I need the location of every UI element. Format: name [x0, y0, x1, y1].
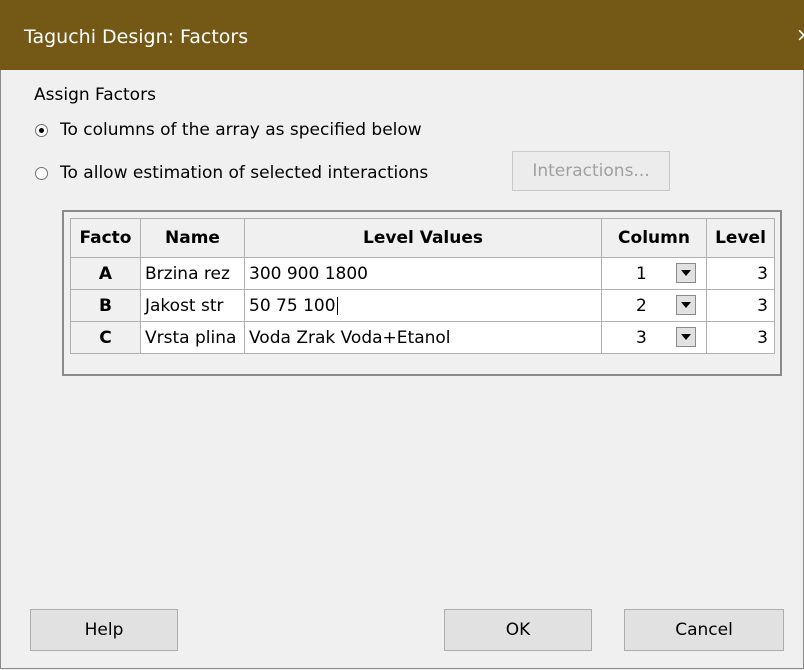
column-dropdown-button[interactable]	[676, 295, 696, 315]
header-levels: Level	[706, 218, 775, 258]
radio-columns-label[interactable]: To columns of the array as specified bel…	[60, 120, 422, 140]
radio-interactions[interactable]	[35, 167, 48, 180]
level-values-cell[interactable]: 300 900 1800	[244, 257, 602, 290]
cancel-button[interactable]: Cancel	[624, 609, 784, 651]
factors-grid: Facto Name Level Values Column Level A B…	[62, 210, 782, 376]
name-cell[interactable]: Jakost str	[140, 289, 245, 322]
radio-interactions-label[interactable]: To allow estimation of selected interact…	[60, 163, 428, 183]
column-value: 2	[636, 296, 647, 316]
factors-table: Facto Name Level Values Column Level A B…	[70, 218, 775, 354]
interactions-button[interactable]: Interactions...	[512, 151, 670, 191]
column-cell[interactable]: 1	[601, 257, 707, 290]
chevron-down-icon	[681, 302, 691, 308]
header-factor: Facto	[70, 218, 141, 258]
name-cell[interactable]: Brzina rez	[140, 257, 245, 290]
radio-columns[interactable]	[35, 124, 48, 137]
ok-button[interactable]: OK	[444, 609, 592, 651]
factor-cell: B	[70, 289, 141, 322]
level-values-cell[interactable]: Voda Zrak Voda+Etanol	[244, 321, 602, 354]
header-column: Column	[601, 218, 707, 258]
column-value: 1	[636, 264, 647, 284]
levels-cell: 3	[706, 321, 775, 354]
column-dropdown-button[interactable]	[676, 327, 696, 347]
help-button[interactable]: Help	[30, 609, 178, 651]
chevron-down-icon	[681, 270, 691, 276]
level-values-text: 50 75 100	[249, 295, 336, 316]
name-cell[interactable]: Vrsta plina	[140, 321, 245, 354]
header-row: Facto Name Level Values Column Level	[70, 218, 775, 258]
table-row: B Jakost str 50 75 100 2 3	[70, 289, 775, 322]
assign-factors-label: Assign Factors	[34, 85, 156, 105]
header-name: Name	[140, 218, 245, 258]
text-caret	[336, 296, 338, 315]
header-level-values: Level Values	[244, 218, 602, 258]
levels-cell: 3	[706, 257, 775, 290]
level-values-cell[interactable]: 50 75 100	[244, 289, 602, 322]
factor-cell: C	[70, 321, 141, 354]
title-bar: Taguchi Design: Factors ×	[0, 0, 804, 70]
levels-cell: 3	[706, 289, 775, 322]
table-row: A Brzina rez 300 900 1800 1 3	[70, 257, 775, 290]
radio-selected-dot	[39, 128, 44, 133]
chevron-down-icon	[681, 334, 691, 340]
column-cell[interactable]: 2	[601, 289, 707, 322]
close-icon[interactable]: ×	[796, 24, 804, 46]
factor-cell: A	[70, 257, 141, 290]
column-cell[interactable]: 3	[601, 321, 707, 354]
table-row: C Vrsta plina Voda Zrak Voda+Etanol 3 3	[70, 321, 775, 354]
column-dropdown-button[interactable]	[676, 263, 696, 283]
column-value: 3	[636, 328, 647, 348]
window-title: Taguchi Design: Factors	[24, 26, 249, 48]
